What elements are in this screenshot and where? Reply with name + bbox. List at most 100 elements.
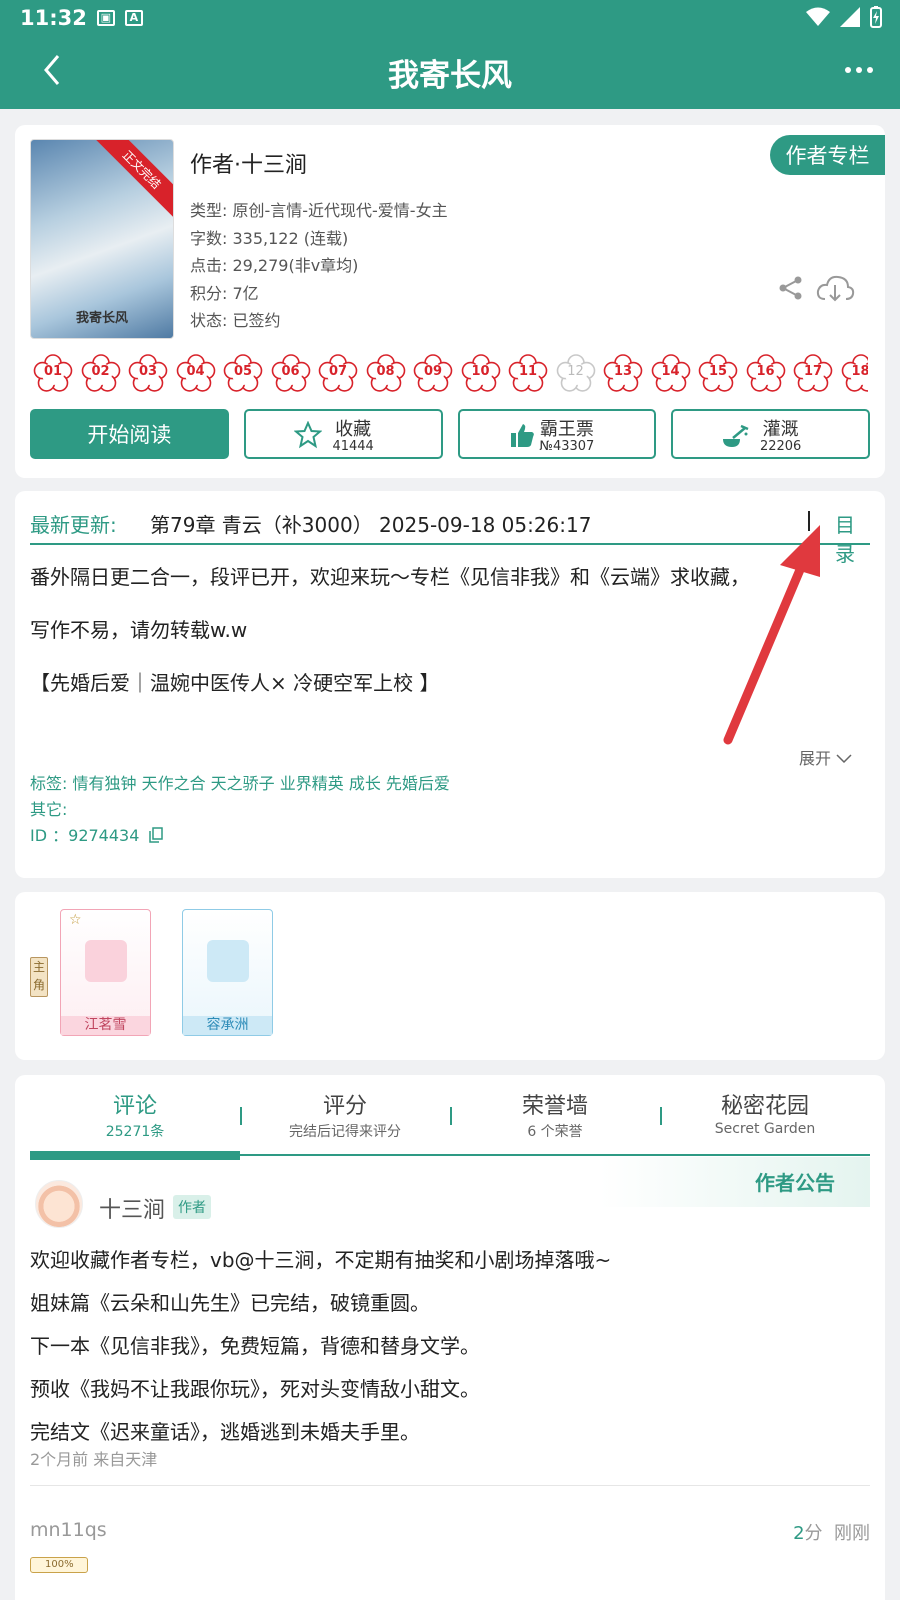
book-id: 9274434 — [68, 826, 140, 845]
characters-card: 主角 ☆ 江茗雪 容承洲 — [15, 892, 885, 1060]
notice-author-name[interactable]: 十三涧 — [99, 1192, 165, 1224]
flower-icon[interactable]: 07 — [318, 353, 358, 393]
cloud-download-icon[interactable] — [815, 273, 855, 305]
ticket-count: №43307 — [539, 439, 595, 454]
tab-label: 评分 — [322, 1094, 367, 1119]
commenter-name[interactable]: mn11qs — [30, 1519, 107, 1541]
favorite-count: 41444 — [332, 439, 374, 454]
character-avatar — [85, 940, 127, 982]
cover-title: 我寄长风 — [75, 311, 128, 326]
protagonist-tag: 主角 — [30, 957, 48, 997]
book-meta: 类型: 原创-言情-近代现代-爱情-女主 字数: 335,122 (连载) 点击… — [190, 197, 448, 335]
character-name: 容承洲 — [183, 1016, 272, 1035]
copy-icon[interactable] — [148, 827, 163, 843]
flower-number: 06 — [281, 364, 300, 379]
flower-icon[interactable]: 16 — [746, 353, 786, 393]
author-name[interactable]: 作者·十三涧 — [190, 147, 307, 179]
flower-icon[interactable]: 08 — [366, 353, 406, 393]
tab-sub: 6 个荣誉 — [527, 1124, 583, 1140]
a-icon: A — [124, 10, 143, 26]
flower-icon[interactable]: 18 — [841, 353, 868, 393]
description-line: 【先婚后爱｜温婉中医传人× 冷硬空军上校 】 — [30, 671, 440, 695]
character-name: 江茗雪 — [61, 1016, 150, 1035]
flower-icon[interactable]: 13 — [603, 353, 643, 393]
app-bar: 11:32 ▣ A 我寄长风 — [0, 0, 900, 109]
divider — [808, 511, 810, 531]
action-bar: 开始阅读 收藏 41444 霸王票 №43307 灌溉 22206 — [30, 409, 870, 459]
flower-icon[interactable]: 02 — [81, 353, 121, 393]
ticket-button[interactable]: 霸王票 №43307 — [457, 409, 657, 459]
flower-icon[interactable]: 03 — [128, 353, 168, 393]
flower-icon[interactable]: 11 — [508, 353, 548, 393]
favorite-button[interactable]: 收藏 41444 — [243, 409, 443, 459]
start-reading-button[interactable]: 开始阅读 — [30, 409, 229, 459]
flower-icon[interactable]: 09 — [413, 353, 453, 393]
flower-icon[interactable]: 06 — [271, 353, 311, 393]
flower-icon[interactable]: 01 — [33, 353, 73, 393]
signal-icon — [840, 7, 860, 27]
latest-update-label: 最新更新: — [30, 513, 117, 537]
score-number: 2 — [793, 1523, 805, 1544]
character-card[interactable]: 容承洲 — [182, 909, 273, 1036]
flower-number: 05 — [233, 364, 253, 379]
meta-status: 状态: 已签约 — [190, 311, 281, 331]
flower-icon[interactable]: 17 — [793, 353, 833, 393]
character-avatar — [207, 940, 249, 982]
flower-number: 04 — [186, 364, 205, 379]
flower-number: 18 — [851, 364, 868, 379]
expand-button[interactable]: 展开 — [799, 745, 852, 769]
flower-icon[interactable]: 10 — [461, 353, 501, 393]
tab-honor-wall[interactable]: 荣誉墙 6 个荣誉 — [450, 1085, 660, 1147]
id-line: ID ：9274434 — [30, 823, 450, 849]
tab-label: 秘密花园 — [720, 1094, 809, 1119]
tab-label: 荣誉墙 — [521, 1094, 588, 1119]
more-horizontal-icon[interactable] — [844, 62, 874, 78]
expand-label: 展开 — [799, 749, 832, 768]
divider — [450, 1107, 452, 1125]
book-cover[interactable]: 正文完结 我寄长风 — [30, 139, 174, 339]
tab-comments[interactable]: 评论 25271条 — [30, 1085, 240, 1147]
description-card: 最新更新: 第79章 青云（补3000） 2025-09-18 05:26:17… — [15, 491, 885, 878]
flower-number: 07 — [328, 364, 348, 379]
notice-time: 2个月前 来自天津 — [30, 1450, 158, 1469]
author-badge: 作者 — [173, 1195, 211, 1219]
flower-number: 16 — [756, 364, 775, 379]
latest-chapter-link[interactable]: 第79章 青云（补3000） 2025-09-18 05:26:17 — [150, 509, 591, 538]
flower-number: 10 — [471, 364, 490, 379]
flower-number: 13 — [613, 364, 633, 379]
star-icon: ☆ — [69, 912, 82, 928]
tag-section: 标签: 情有独钟 天作之合 天之骄子 业界精英 成长 先婚后爱 其它: ID ：… — [30, 771, 450, 849]
tab-sub: 25271条 — [105, 1124, 165, 1140]
battery-icon — [870, 6, 882, 28]
flower-icon[interactable]: 05 — [223, 353, 263, 393]
flower-icon[interactable]: 12 — [556, 353, 596, 393]
comment-score: 2分 刚刚 — [793, 1519, 870, 1545]
flower-icon[interactable]: 04 — [176, 353, 216, 393]
book-description: 番外隔日更二合一，段评已开，欢迎来玩～专栏《见信非我》和《云端》求收藏， 写作不… — [30, 551, 875, 710]
share-icon[interactable] — [778, 275, 804, 301]
tab-rating[interactable]: 评分 完结后记得来评分 — [240, 1085, 450, 1147]
chevron-down-icon — [836, 754, 852, 764]
description-line: 写作不易，请勿转载w.w — [30, 618, 248, 642]
tab-secret-garden[interactable]: 秘密花园 Secret Garden — [660, 1085, 870, 1147]
flower-number: 02 — [91, 364, 110, 379]
comment-time: 刚刚 — [834, 1523, 870, 1544]
flower-icon[interactable]: 14 — [651, 353, 691, 393]
water-button[interactable]: 灌溉 22206 — [671, 409, 870, 459]
flower-number: 01 — [43, 364, 63, 379]
image-icon: ▣ — [96, 10, 115, 26]
description-line: 番外隔日更二合一，段评已开，欢迎来玩～专栏《见信非我》和《云端》求收藏， — [30, 565, 750, 589]
tags-line: 标签: 情有独钟 天作之合 天之骄子 业界精英 成长 先婚后爱 — [30, 771, 450, 797]
flower-number: 14 — [661, 364, 680, 379]
book-info-card: 正文完结 我寄长风 作者·十三涧 类型: 原创-言情-近代现代-爱情-女主 字数… — [15, 125, 885, 478]
flower-number: 17 — [803, 364, 823, 379]
avatar[interactable] — [35, 1180, 83, 1228]
meta-points: 积分: 7亿 — [190, 283, 259, 303]
character-card[interactable]: ☆ 江茗雪 — [60, 909, 151, 1036]
flower-icon[interactable]: 15 — [698, 353, 738, 393]
favorite-label: 收藏 — [335, 419, 372, 440]
fan-badge: 100% — [30, 1557, 88, 1573]
author-column-button[interactable]: 作者专栏 — [770, 135, 885, 175]
status-bar: 11:32 ▣ A — [20, 6, 143, 30]
tags-values[interactable]: 情有独钟 天作之合 天之骄子 业界精英 成长 先婚后爱 — [73, 774, 450, 793]
